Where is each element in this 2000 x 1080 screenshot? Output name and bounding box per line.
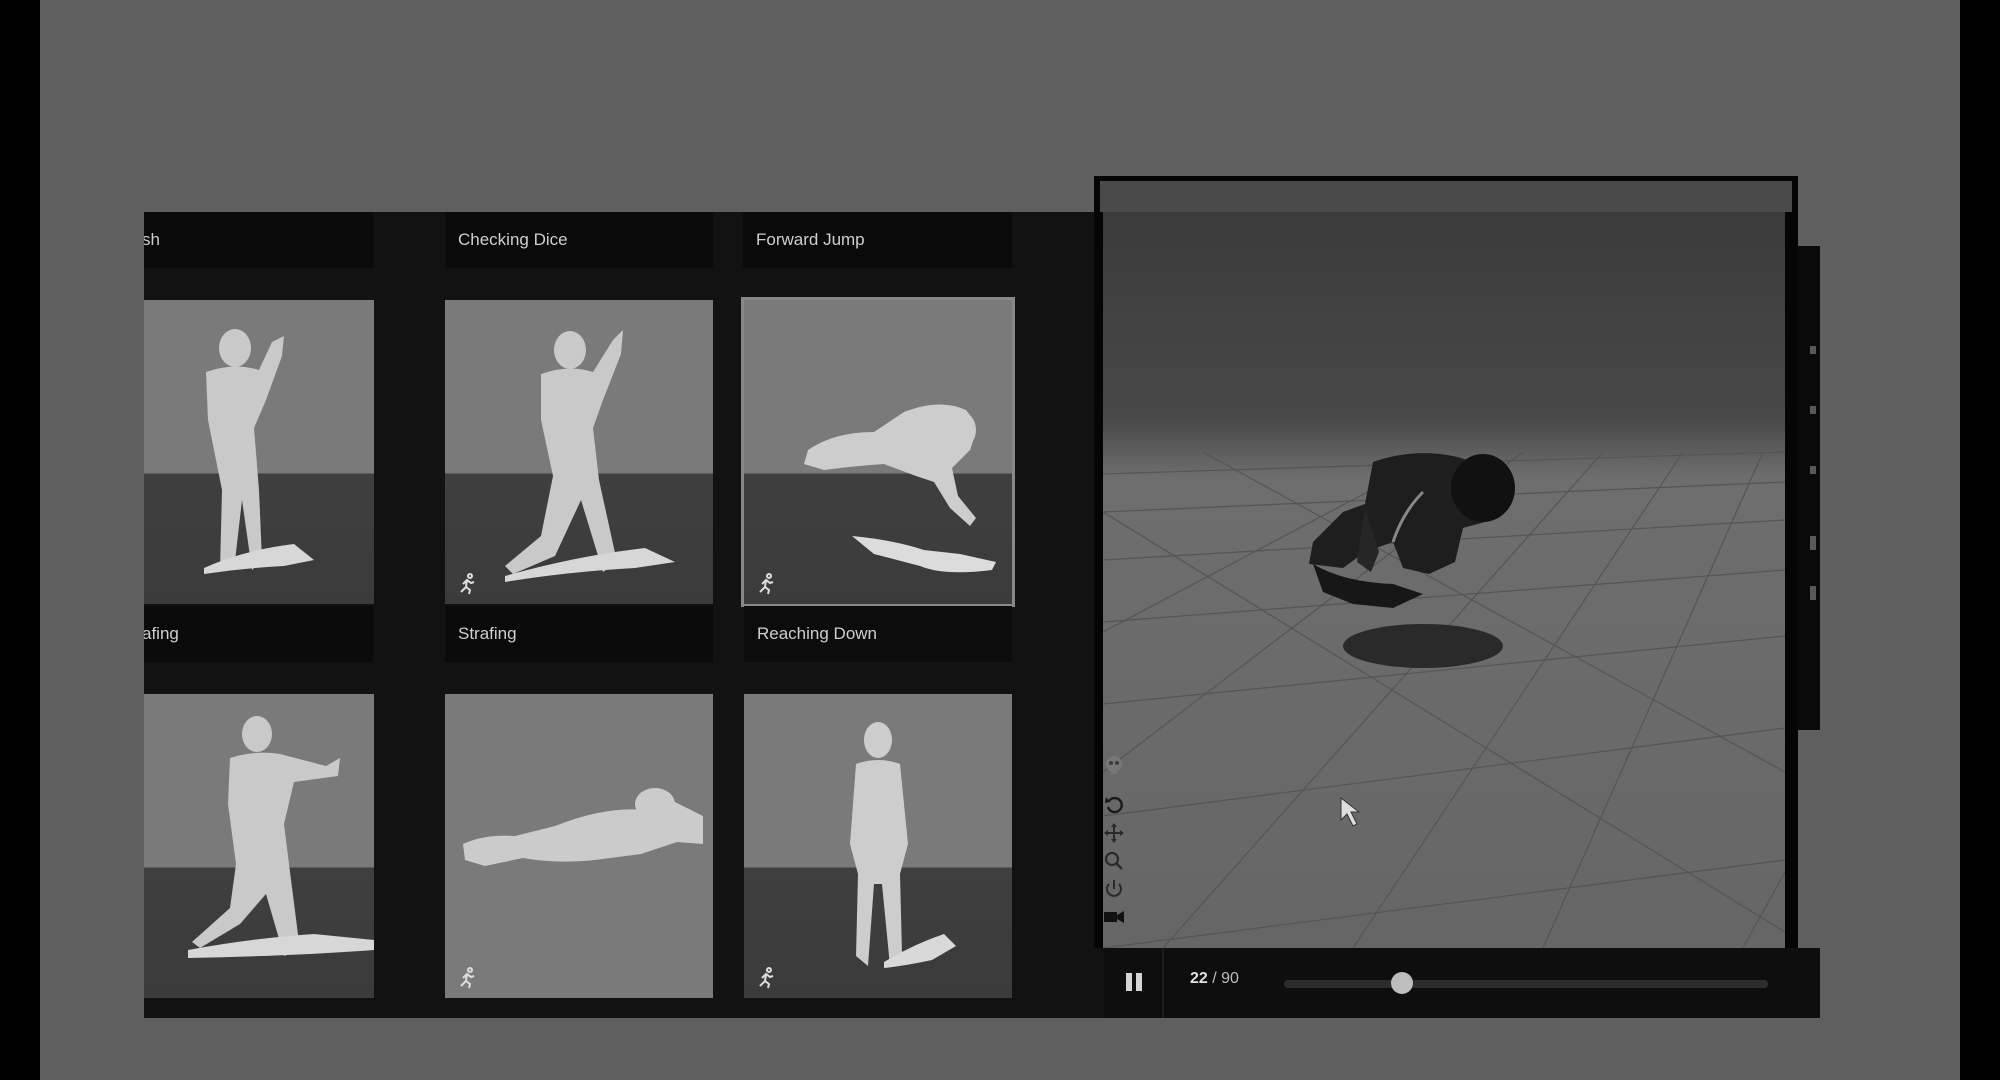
- running-person-icon: [460, 967, 475, 989]
- power-icon[interactable]: [1103, 878, 1125, 900]
- zoom-icon[interactable]: [1103, 850, 1125, 872]
- card-thumbnail-strafing-partial[interactable]: [144, 300, 374, 604]
- frame-counter: 22 / 90: [1190, 970, 1239, 988]
- figure-standing: [850, 722, 956, 968]
- figure-crawling: [463, 788, 703, 866]
- frame-separator: /: [1212, 970, 1217, 987]
- divider: [1162, 948, 1164, 1018]
- card-label-partial-left[interactable]: sh: [144, 212, 373, 268]
- total-frames: 90: [1221, 970, 1239, 987]
- running-person-icon: [460, 573, 475, 595]
- current-frame: 22: [1190, 970, 1208, 987]
- timeline-slider[interactable]: [1284, 980, 1768, 988]
- card-label-forward-jump[interactable]: Forward Jump: [743, 212, 1012, 268]
- card-label-strafing[interactable]: Strafing: [445, 606, 713, 662]
- side-panel-edge: [1798, 246, 1820, 730]
- camera-icon[interactable]: [1103, 906, 1125, 928]
- figure-strafing-left: [204, 329, 314, 574]
- reset-icon[interactable]: [1103, 794, 1125, 816]
- side-marker: [1810, 466, 1816, 474]
- card-thumbnail-standing[interactable]: [744, 694, 1012, 998]
- figure-pointing: [188, 716, 374, 958]
- 3d-viewport[interactable]: [1103, 212, 1785, 948]
- side-marker: [1810, 536, 1816, 550]
- figure-strafing: [505, 330, 675, 582]
- floor-grid: [1103, 451, 1785, 948]
- preview-viewer[interactable]: [1094, 212, 1798, 948]
- card-thumbnail-crawling[interactable]: [445, 694, 713, 998]
- side-marker: [1810, 586, 1816, 600]
- figure-reaching-down: [804, 404, 996, 573]
- animation-grid: sh Checking Dice Forward Jump afing Stra…: [144, 212, 1104, 1018]
- side-marker: [1810, 406, 1816, 414]
- move-icon[interactable]: [1103, 822, 1125, 844]
- timeline-slider-thumb[interactable]: [1391, 972, 1414, 994]
- playback-bar: 22 / 90: [1104, 948, 1820, 1018]
- crouching-character: [1309, 453, 1515, 668]
- running-person-icon: [759, 573, 774, 595]
- card-thumbnail-strafing[interactable]: [445, 300, 713, 604]
- skeleton-icon[interactable]: [1103, 754, 1125, 776]
- pause-icon[interactable]: [1122, 970, 1146, 994]
- side-marker: [1810, 346, 1816, 354]
- card-label-strafing-partial[interactable]: afing: [144, 606, 373, 662]
- running-person-icon: [759, 967, 774, 989]
- mouse-cursor-icon: [1340, 796, 1361, 827]
- card-label-checking-dice[interactable]: Checking Dice: [445, 212, 713, 268]
- viewer-header: [1094, 176, 1798, 212]
- card-thumbnail-reaching-down[interactable]: [741, 297, 1015, 607]
- card-thumbnail-pointing-partial[interactable]: [144, 694, 374, 998]
- card-label-reaching-down[interactable]: Reaching Down: [744, 606, 1012, 662]
